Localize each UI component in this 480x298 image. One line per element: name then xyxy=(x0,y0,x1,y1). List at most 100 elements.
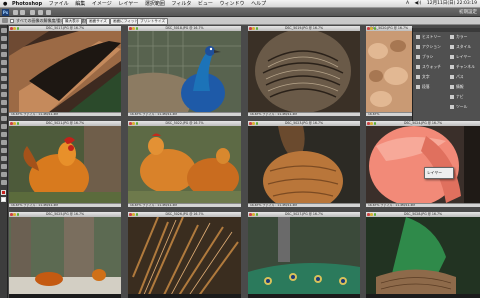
arrange-documents-icon[interactable] xyxy=(38,10,43,15)
document-window[interactable]: DSC_5018.JPG @ 16.7% 16.67% ファイル : 11.4M… xyxy=(128,26,241,116)
healing-brush-tool-icon[interactable] xyxy=(1,76,7,81)
hens-photo xyxy=(128,126,241,203)
panel-styles[interactable]: スタイル xyxy=(450,42,471,51)
gradient-tool-icon[interactable] xyxy=(1,116,7,121)
bird-back-photo xyxy=(248,126,360,203)
document-window[interactable]: DSC_5023.JPG @ 16.7% 16.67% ファイル : 11.4M… xyxy=(248,121,360,207)
auto-select-checkbox[interactable] xyxy=(10,19,14,23)
eraser-tool-icon[interactable] xyxy=(1,108,7,113)
panel-channels[interactable]: チャンネル xyxy=(450,62,475,71)
panel-navigator[interactable]: ナビ xyxy=(450,92,464,101)
panel-swatches[interactable]: スウォッチ xyxy=(416,62,441,71)
document-window[interactable]: DSC_5020.JPG @ 16.7% 16.67% xyxy=(366,26,412,116)
window-controls-icon[interactable] xyxy=(249,122,259,125)
document-window[interactable]: DSC_5028.JPG @ 16.7% xyxy=(366,212,480,298)
panel-paragraph[interactable]: 段落 xyxy=(416,82,430,91)
window-controls-icon[interactable] xyxy=(367,27,377,30)
input-method-icon[interactable]: A xyxy=(406,1,409,6)
history-brush-tool-icon[interactable] xyxy=(1,100,7,105)
character-icon xyxy=(416,75,420,79)
move-tool-icon[interactable] xyxy=(1,28,7,33)
window-controls-icon[interactable] xyxy=(10,122,20,125)
move-tool-icon[interactable] xyxy=(2,18,8,23)
volume-icon[interactable]: ◀)) xyxy=(414,1,421,6)
menu-app-name[interactable]: Photoshop xyxy=(12,1,42,7)
actions-icon xyxy=(416,45,420,49)
quick-select-tool-icon[interactable] xyxy=(1,52,7,57)
document-window[interactable]: DSC_5021.JPG @ 16.7% 16.67% ファイル : 11.4M… xyxy=(9,121,121,207)
window-controls-icon[interactable] xyxy=(129,27,139,30)
lasso-tool-icon[interactable] xyxy=(1,44,7,49)
window-controls-icon[interactable] xyxy=(129,213,139,216)
clock[interactable]: 12月11日(日) 22:03:19 xyxy=(427,1,477,6)
window-controls-icon[interactable] xyxy=(367,122,377,125)
panel-brush[interactable]: ブラシ xyxy=(416,52,433,61)
mini-bridge-icon[interactable] xyxy=(20,10,25,15)
document-window[interactable]: DSC_5026.JPG @ 16.7% xyxy=(128,212,241,298)
hand-tool-icon[interactable] xyxy=(1,172,7,177)
bridge-icon[interactable] xyxy=(13,10,18,15)
screen-mode-icon[interactable] xyxy=(46,10,51,15)
marquee-tool-icon[interactable] xyxy=(1,36,7,41)
zoom-tool-icon[interactable] xyxy=(1,180,7,185)
menu-image[interactable]: イメージ xyxy=(92,1,112,7)
window-controls-icon[interactable] xyxy=(249,27,259,30)
document-window[interactable]: DSC_5025.JPG @ 16.7% xyxy=(9,212,121,298)
type-tool-icon[interactable] xyxy=(1,148,7,153)
document-window[interactable]: DSC_5024.JPG @ 16.7% 16.67% ファイル : 11.4M… xyxy=(366,121,480,207)
panel-character[interactable]: 文字 xyxy=(416,72,430,81)
blur-tool-icon[interactable] xyxy=(1,124,7,129)
menu-file[interactable]: ファイル xyxy=(49,1,69,7)
panel-color[interactable]: カラー xyxy=(450,32,467,41)
menu-select[interactable]: 選択範囲 xyxy=(145,1,165,7)
window-controls-icon[interactable] xyxy=(367,213,377,216)
panel-layers[interactable]: レイヤー xyxy=(450,52,471,61)
document-window[interactable]: DSC_5017.JPG @ 16.7% 16.67% ファイル : 11.4M… xyxy=(9,26,121,116)
clone-stamp-tool-icon[interactable] xyxy=(1,92,7,97)
menu-help[interactable]: ヘルプ xyxy=(251,1,266,7)
apple-logo-icon[interactable]: ● xyxy=(3,0,7,8)
panel-dock: ヒストリー アクション ブラシ スウォッチ 文字 段落 カラー スタイル レイヤ… xyxy=(412,28,480,122)
tools-panel xyxy=(0,25,8,298)
panel-history[interactable]: ヒストリー xyxy=(416,32,441,41)
styles-icon xyxy=(450,45,454,49)
window-controls-icon[interactable] xyxy=(129,122,139,125)
pheasant-feathers-photo xyxy=(9,31,121,112)
foreground-color-swatch[interactable] xyxy=(1,190,6,195)
menu-view[interactable]: ビュー xyxy=(198,1,213,7)
actual-pixels-button[interactable]: 最大表示 xyxy=(62,18,83,25)
panel-tool-presets[interactable]: ツール xyxy=(450,102,467,111)
pen-tool-icon[interactable] xyxy=(1,140,7,145)
eyedropper-tool-icon[interactable] xyxy=(1,68,7,73)
dodge-tool-icon[interactable] xyxy=(1,132,7,137)
window-controls-icon[interactable] xyxy=(249,213,259,216)
rooster-photo xyxy=(9,126,121,203)
swatches-icon xyxy=(416,65,420,69)
menu-layer[interactable]: レイヤー xyxy=(118,1,138,7)
menu-filter[interactable]: フィルタ xyxy=(171,1,191,7)
context-menu[interactable]: レイヤー xyxy=(424,167,454,179)
document-window[interactable]: DSC_5019.JPG @ 16.7% 16.67% ファイル : 11.4M… xyxy=(248,26,360,116)
shape-tool-icon[interactable] xyxy=(1,164,7,169)
panel-actions[interactable]: アクション xyxy=(416,42,441,51)
peacock-photo xyxy=(128,31,241,112)
workspace-switcher[interactable]: 初期設定 xyxy=(459,9,477,16)
brush-tool-icon[interactable] xyxy=(1,84,7,89)
crop-tool-icon[interactable] xyxy=(1,60,7,65)
menu-window[interactable]: ウィンドウ xyxy=(220,1,245,7)
path-select-tool-icon[interactable] xyxy=(1,156,7,161)
zoom-level-icon[interactable] xyxy=(30,10,35,15)
background-color-swatch[interactable] xyxy=(1,197,6,202)
panel-info[interactable]: 情報 xyxy=(450,82,464,91)
menu-edit[interactable]: 編集 xyxy=(75,1,85,7)
window-controls-icon[interactable] xyxy=(10,213,20,216)
fit-screen-button[interactable]: 画面サイズ xyxy=(86,18,110,25)
window-controls-icon[interactable] xyxy=(10,27,20,30)
document-window[interactable]: DSC_5022.JPG @ 16.7% 16.67% ファイル : 11.4M… xyxy=(128,121,241,207)
document-window[interactable]: DSC_5027.JPG @ 16.7% xyxy=(248,212,360,298)
feather-closeup-photo xyxy=(248,31,360,112)
context-menu-item[interactable]: レイヤー xyxy=(427,170,442,175)
document-status: 16.67% ファイル : 11.4M/11.4M xyxy=(9,203,121,207)
panel-paths[interactable]: パス xyxy=(450,72,464,81)
print-size-button[interactable]: プリントサイズ xyxy=(137,18,169,25)
